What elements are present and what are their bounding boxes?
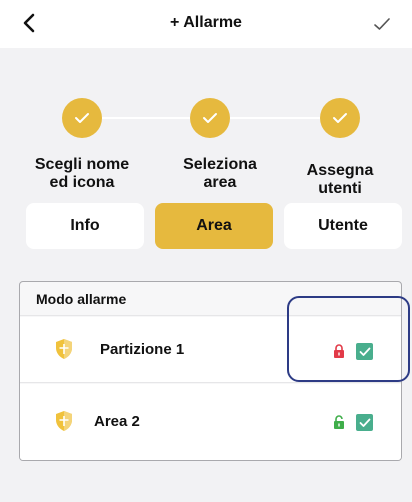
step-1-label-line2: ed icona xyxy=(49,174,115,191)
step-2-done-indicator xyxy=(190,98,230,138)
card-header: Modo allarme xyxy=(20,282,401,316)
lock-open-icon xyxy=(334,415,344,429)
row-label: Area 2 xyxy=(94,413,140,430)
partizione-1-checkbox[interactable] xyxy=(356,343,373,360)
step-2-label-line1: Seleziona xyxy=(183,156,257,173)
confirm-button[interactable] xyxy=(368,10,396,38)
step-2-label-line2: area xyxy=(203,174,237,191)
step-1-label: Scegli nome ed icona xyxy=(12,156,152,192)
tab-area[interactable]: Area xyxy=(155,203,273,249)
check-icon xyxy=(359,347,370,356)
shield-icon xyxy=(56,411,72,431)
tab-info[interactable]: Info xyxy=(26,203,144,249)
check-icon xyxy=(75,113,89,123)
list-item-partizione-1[interactable]: Partizione 1 xyxy=(20,317,401,383)
step-2-label: Seleziona area xyxy=(150,156,290,192)
back-button[interactable] xyxy=(14,8,44,38)
alarm-mode-card: Modo allarme Partizione 1 Area 2 xyxy=(19,281,402,461)
step-1-done-indicator xyxy=(62,98,102,138)
checkmark-icon xyxy=(374,18,390,30)
page-title: + Allarme xyxy=(170,14,242,31)
area-2-checkbox[interactable] xyxy=(356,414,373,431)
step-3-label-line2: utenti xyxy=(318,180,362,197)
lock-closed-icon xyxy=(334,344,344,358)
shield-icon xyxy=(56,339,72,359)
step-3-label-line1: Assegna xyxy=(306,162,374,179)
step-3-label: Assegna utenti xyxy=(270,162,410,198)
app-header: + Allarme xyxy=(0,0,412,48)
check-icon xyxy=(359,418,370,427)
row-label: Partizione 1 xyxy=(100,341,185,358)
list-item-area-2[interactable]: Area 2 xyxy=(20,384,401,460)
chevron-left-icon xyxy=(23,13,35,33)
check-icon xyxy=(203,113,217,123)
check-icon xyxy=(333,113,347,123)
tab-utente[interactable]: Utente xyxy=(284,203,402,249)
step-3-done-indicator xyxy=(320,98,360,138)
step-1-label-line1: Scegli nome xyxy=(34,156,130,173)
